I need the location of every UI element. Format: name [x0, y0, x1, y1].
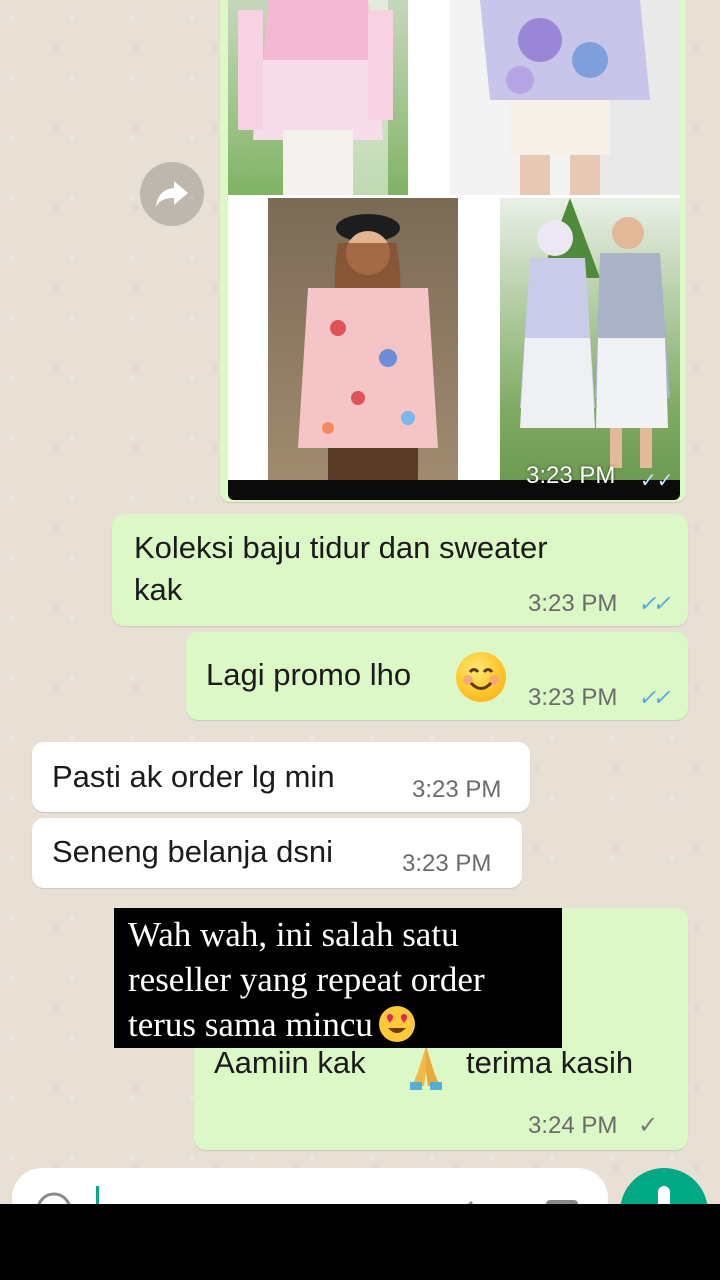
message-text: Lagi promo lho [206, 657, 412, 692]
read-ticks-icon: ✓✓ [638, 685, 671, 710]
message-time: 3:23 PM [528, 590, 618, 617]
caption-line-3-text: terus sama mincu [128, 1005, 373, 1044]
photo-figure [520, 198, 670, 468]
image-message-time: 3:23 PM [526, 462, 616, 489]
message-time: 3:24 PM [528, 1112, 618, 1139]
read-ticks-icon: ✓✓ [638, 591, 671, 616]
share-forward-button[interactable] [140, 162, 204, 226]
message-text: Aamiin kak [214, 1045, 366, 1080]
message-time: 3:23 PM [412, 776, 502, 803]
smiling-face-icon [456, 652, 506, 702]
screen-bottom-bar [0, 1204, 720, 1280]
message-text-continued: kak [134, 572, 183, 607]
photo-pink-ombre-tunic[interactable] [228, 0, 408, 195]
message-text-continued: terima kasih [466, 1045, 634, 1080]
message-time: 3:23 PM [528, 684, 618, 711]
read-ticks-icon: ✓✓ [640, 470, 674, 492]
message-time: 3:23 PM [402, 850, 492, 877]
story-caption-overlay: Wah wah, ini salah satu reseller yang re… [114, 908, 562, 1048]
smiling-face-shape [463, 668, 499, 690]
sent-tick-icon: ✓ [638, 1112, 659, 1139]
image-collage[interactable] [228, 0, 680, 480]
message-text: Koleksi baju tidur dan sweater [134, 530, 548, 565]
photo-purple-tie-dye-shirt[interactable] [450, 0, 680, 195]
message-text: Seneng belanja dsni [52, 834, 333, 869]
photo-lilac-ombre-tunic[interactable] [500, 198, 680, 480]
folded-hands-icon [404, 1042, 448, 1090]
share-forward-icon [156, 181, 188, 207]
photo-figure [238, 0, 393, 195]
caption-line-3: terus sama mincu [128, 1002, 548, 1047]
heart-eyes-shape [386, 1014, 407, 1033]
caption-line-2: reseller yang repeat order [128, 960, 485, 999]
folded-hands-shape [410, 1046, 442, 1090]
message-text: Pasti ak order lg min [52, 759, 335, 794]
caption-line-1: Wah wah, ini salah satu [128, 915, 459, 954]
photo-figure [298, 214, 438, 480]
heart-eyes-icon [378, 1006, 415, 1042]
photo-pink-patterned-shirt[interactable] [268, 198, 458, 480]
photo-figure [480, 0, 680, 195]
